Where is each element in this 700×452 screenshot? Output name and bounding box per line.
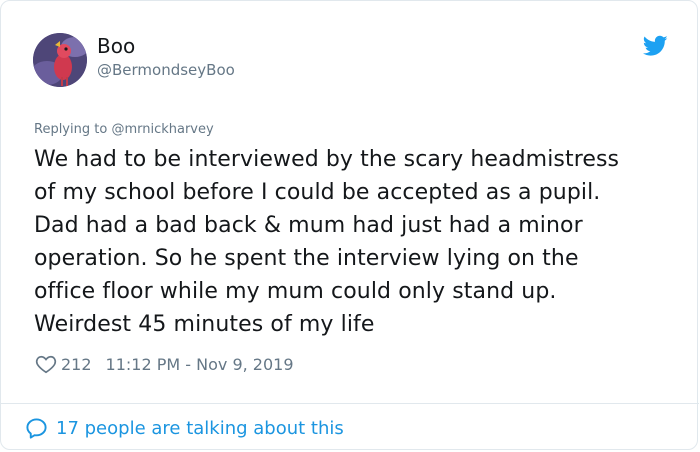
tweet-line: We had to be interviewed by the scary he… <box>34 147 620 172</box>
avatar[interactable] <box>33 33 87 87</box>
tweet-card: Boo @BermondseyBoo Replying to @mrnickha… <box>0 0 699 450</box>
tweet-line: operation. So he spent the interview lyi… <box>34 246 579 271</box>
tweet-line: office floor while my mum could only sta… <box>34 279 557 304</box>
speech-bubble-icon <box>25 417 48 440</box>
tweet-line: of my school before I could be accepted … <box>34 180 601 205</box>
replying-to: Replying to @mrnickharvey <box>34 122 214 137</box>
talking-count-label: 17 people are talking about this <box>56 417 344 439</box>
replying-prefix: Replying to <box>34 122 112 137</box>
user-handle[interactable]: @BermondseyBoo <box>97 61 235 79</box>
divider <box>1 403 699 404</box>
reply-mention-link[interactable]: @mrnickharvey <box>111 122 213 137</box>
display-name[interactable]: Boo <box>97 34 135 58</box>
like-count[interactable]: 212 <box>61 355 92 374</box>
tweet-line: Dad had a bad back & mum had just had a … <box>34 213 583 238</box>
conversation-link[interactable]: 17 people are talking about this <box>25 414 344 442</box>
timestamp[interactable]: 11:12 PM - Nov 9, 2019 <box>106 355 294 374</box>
tweet-meta: 212 11:12 PM - Nov 9, 2019 <box>35 351 294 377</box>
tweet-line: Weirdest 45 minutes of my life <box>34 312 375 337</box>
tweet-text: We had to be interviewed by the scary he… <box>34 143 674 341</box>
heart-icon[interactable] <box>35 353 57 375</box>
twitter-bird-icon[interactable] <box>642 35 668 57</box>
